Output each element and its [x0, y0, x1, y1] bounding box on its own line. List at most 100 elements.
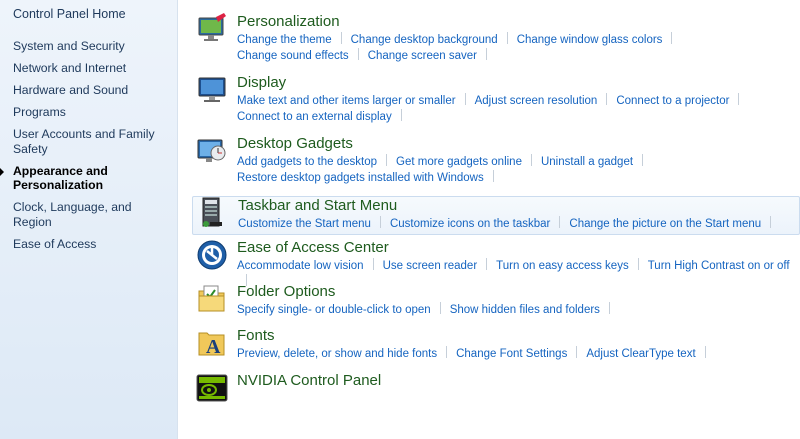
- task-link[interactable]: Make text and other items larger or smal…: [237, 95, 456, 107]
- task-link[interactable]: Customize the Start menu: [238, 218, 371, 230]
- task-links: Customize the Start menu Customize icons …: [238, 216, 798, 232]
- category-title-fonts[interactable]: Fonts: [237, 327, 275, 344]
- task-link-row: Change sound effects Change screen saver: [237, 48, 797, 64]
- task-link[interactable]: Get more gadgets online: [396, 156, 522, 168]
- task-link[interactable]: Accommodate low vision: [237, 260, 364, 272]
- link-separator: [671, 32, 673, 44]
- task-links: Preview, delete, or show and hide fonts C…: [237, 346, 797, 362]
- link-separator: [738, 93, 740, 105]
- sidebar-item-system-and-security[interactable]: System and Security: [13, 39, 173, 54]
- sidebar-item-hardware-and-sound[interactable]: Hardware and Sound: [13, 83, 173, 98]
- personalization-icon[interactable]: [196, 13, 228, 45]
- link-separator: [357, 48, 359, 60]
- nvidia-icon[interactable]: [196, 372, 228, 404]
- sidebar-item-appearance-and-personalization[interactable]: Appearance and Personalization: [0, 164, 173, 193]
- category-title-ease-of-access-center[interactable]: Ease of Access Center: [237, 239, 389, 256]
- link-separator: [704, 346, 706, 358]
- category-title-folder-options[interactable]: Folder Options: [237, 283, 335, 300]
- link-separator: [446, 346, 448, 358]
- task-link[interactable]: Specify single- or double-click to open: [237, 304, 431, 316]
- task-links: Change the theme Change desktop backgroun…: [237, 32, 797, 64]
- task-link[interactable]: Turn High Contrast on or off: [648, 260, 790, 272]
- task-link[interactable]: Adjust screen resolution: [475, 95, 598, 107]
- task-link-row: Restore desktop gadgets installed with W…: [237, 170, 797, 186]
- task-link[interactable]: Connect to a projector: [616, 95, 729, 107]
- task-links: Make text and other items larger or smal…: [237, 93, 797, 125]
- sidebar-item-ease-of-access[interactable]: Ease of Access: [13, 237, 173, 252]
- ease-of-access-icon[interactable]: [196, 239, 228, 271]
- link-separator: [379, 216, 381, 228]
- task-link[interactable]: Change desktop background: [351, 34, 498, 46]
- task-link[interactable]: Connect to an external display: [237, 111, 392, 123]
- task-link[interactable]: Change sound effects: [237, 50, 349, 62]
- task-link-row: Change the theme Change desktop backgroun…: [237, 32, 797, 48]
- link-separator: [770, 216, 772, 228]
- link-separator: [372, 258, 374, 270]
- task-link[interactable]: Change the picture on the Start menu: [569, 218, 761, 230]
- link-separator: [486, 258, 488, 270]
- category-title-nvidia-control-panel[interactable]: NVIDIA Control Panel: [237, 372, 381, 389]
- sidebar: Control Panel Home System and Security Ne…: [0, 0, 178, 439]
- link-separator: [340, 32, 342, 44]
- link-separator: [606, 93, 608, 105]
- sidebar-category-list: System and Security Network and Internet H…: [0, 39, 173, 259]
- task-link[interactable]: Restore desktop gadgets installed with W…: [237, 172, 484, 184]
- svg-text:A: A: [206, 336, 221, 358]
- task-link-row: Specify single- or double-click to open S…: [237, 302, 797, 318]
- folder-options-icon[interactable]: [196, 283, 228, 315]
- gadgets-icon[interactable]: [196, 135, 228, 167]
- link-separator: [642, 154, 644, 166]
- task-link-row: Customize the Start menu Customize icons …: [238, 216, 798, 232]
- link-separator: [492, 170, 494, 182]
- sidebar-item-user-accounts-and-family-safety[interactable]: User Accounts and Family Safety: [13, 127, 173, 156]
- link-separator: [530, 154, 532, 166]
- link-separator: [576, 346, 578, 358]
- task-link[interactable]: Uninstall a gadget: [541, 156, 633, 168]
- category-desktop-gadgets: Desktop Gadgets Add gadgets to the deskto…: [192, 135, 800, 185]
- task-link[interactable]: Adjust ClearType text: [586, 348, 695, 360]
- task-links: Add gadgets to the desktop Get more gadge…: [237, 154, 797, 186]
- task-link-row: Connect to an external display: [237, 109, 797, 125]
- category-personalization: Personalization Change the theme Change de…: [192, 13, 800, 63]
- task-link-row: Make text and other items larger or smal…: [237, 93, 797, 109]
- task-link[interactable]: Show hidden files and folders: [450, 304, 600, 316]
- link-separator: [400, 109, 402, 121]
- link-separator: [386, 154, 388, 166]
- sidebar-item-programs[interactable]: Programs: [13, 105, 173, 120]
- control-panel-home-link[interactable]: Control Panel Home: [13, 7, 126, 21]
- task-link[interactable]: Change window glass colors: [517, 34, 663, 46]
- task-link[interactable]: Change Font Settings: [456, 348, 567, 360]
- category-fonts: A Fonts Preview, delete, or show and hide …: [192, 327, 800, 365]
- fonts-icon[interactable]: A: [196, 327, 228, 359]
- category-title-desktop-gadgets[interactable]: Desktop Gadgets: [237, 135, 353, 152]
- link-separator: [506, 32, 508, 44]
- task-link[interactable]: Change the theme: [237, 34, 332, 46]
- sidebar-item-network-and-internet[interactable]: Network and Internet: [13, 61, 173, 76]
- task-link-row: Preview, delete, or show and hide fonts C…: [237, 346, 797, 362]
- task-links: Specify single- or double-click to open S…: [237, 302, 797, 318]
- task-link[interactable]: Add gadgets to the desktop: [237, 156, 377, 168]
- main-content: Personalization Change the theme Change de…: [178, 0, 800, 439]
- link-separator: [486, 48, 487, 60]
- link-separator: [608, 302, 610, 314]
- category-ease-of-access-center: Ease of Access Center Accommodate low vis…: [192, 239, 800, 286]
- category-display: Display Make text and other items larger …: [192, 74, 800, 124]
- link-separator: [439, 302, 441, 314]
- task-link[interactable]: Use screen reader: [383, 260, 478, 272]
- display-icon[interactable]: [196, 74, 228, 106]
- category-title-display[interactable]: Display: [237, 74, 286, 91]
- task-link[interactable]: Customize icons on the taskbar: [390, 218, 550, 230]
- category-taskbar-and-start-menu: Taskbar and Start Menu Customize the Star…: [192, 196, 800, 235]
- category-folder-options: Folder Options Specify single- or double-…: [192, 283, 800, 321]
- category-title-personalization[interactable]: Personalization: [237, 13, 340, 30]
- task-link[interactable]: Change screen saver: [368, 50, 477, 62]
- link-separator: [637, 258, 639, 270]
- sidebar-item-clock-language-and-region[interactable]: Clock, Language, and Region: [13, 200, 173, 229]
- category-title-taskbar-and-start-menu[interactable]: Taskbar and Start Menu: [238, 197, 397, 214]
- task-link-row: Add gadgets to the desktop Get more gadge…: [237, 154, 797, 170]
- task-link[interactable]: Turn on easy access keys: [496, 260, 629, 272]
- category-nvidia-control-panel: NVIDIA Control Panel: [192, 372, 800, 402]
- task-link[interactable]: Preview, delete, or show and hide fonts: [237, 348, 437, 360]
- taskbar-icon[interactable]: [197, 197, 229, 229]
- link-separator: [559, 216, 561, 228]
